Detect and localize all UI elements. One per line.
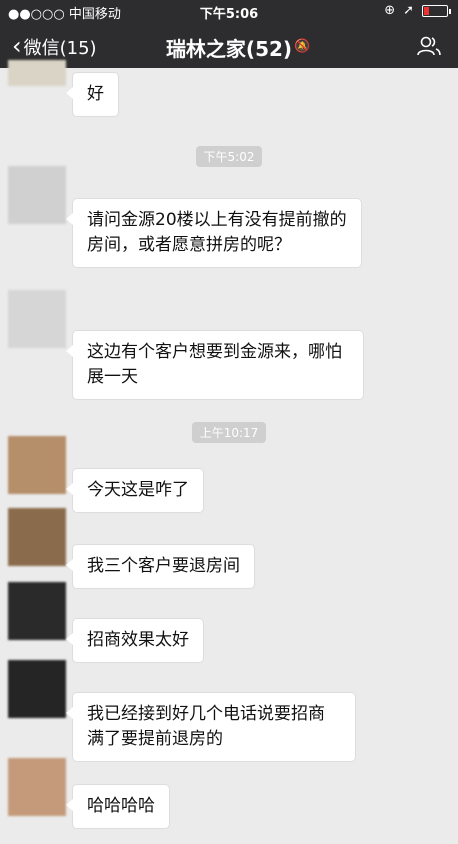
message-list[interactable]: 好 下午5:02 请问金源20楼以上有没有提前撤的房间，或者愿意拼房的呢？ 这边… (0, 60, 458, 844)
avatar[interactable] (8, 290, 66, 348)
avatar[interactable] (8, 582, 66, 640)
mute-icon: 🔕 (294, 39, 311, 54)
message-bubble[interactable]: 请问金源20楼以上有没有提前撤的房间，或者愿意拼房的呢？ (66, 198, 362, 268)
status-icons: ⊕ ➚ (384, 3, 451, 18)
message-bubble[interactable]: 哈哈哈哈 (66, 784, 170, 829)
avatar[interactable] (8, 660, 66, 718)
avatar[interactable] (8, 436, 66, 494)
timestamp: 下午5:02 (0, 146, 458, 167)
status-bar: ●●○○○ 中国移动 下午5:06 ⊕ ➚ (0, 0, 458, 22)
battery-icon (422, 4, 451, 17)
avatar[interactable] (8, 166, 66, 224)
message-bubble[interactable]: 招商效果太好 (66, 618, 204, 663)
top-bar: ●●○○○ 中国移动 下午5:06 ⊕ ➚ ‹ 微信(15) 瑞林之家(52) … (0, 0, 458, 68)
message-bubble[interactable]: 我三个客户要退房间 (66, 544, 255, 589)
avatar[interactable] (8, 758, 66, 816)
chat-title: 瑞林之家(52) (165, 37, 293, 61)
message-bubble[interactable]: 这边有个客户想要到金源来，哪怕展一天 (66, 330, 364, 400)
message-bubble[interactable]: 好 (66, 72, 119, 117)
avatar[interactable] (8, 60, 66, 86)
timestamp: 上午10:17 (0, 422, 458, 443)
location-icon: ➚ (403, 3, 414, 18)
group-info-icon[interactable] (416, 36, 442, 56)
avatar[interactable] (8, 508, 66, 566)
message-bubble[interactable]: 我已经接到好几个电话说要招商满了要提前退房的 (66, 692, 356, 762)
message-bubble[interactable]: 今天这是咋了 (66, 468, 204, 513)
rotation-lock-icon: ⊕ (384, 3, 396, 18)
nav-bar: ‹ 微信(15) 瑞林之家(52) 🔕 (0, 24, 458, 68)
